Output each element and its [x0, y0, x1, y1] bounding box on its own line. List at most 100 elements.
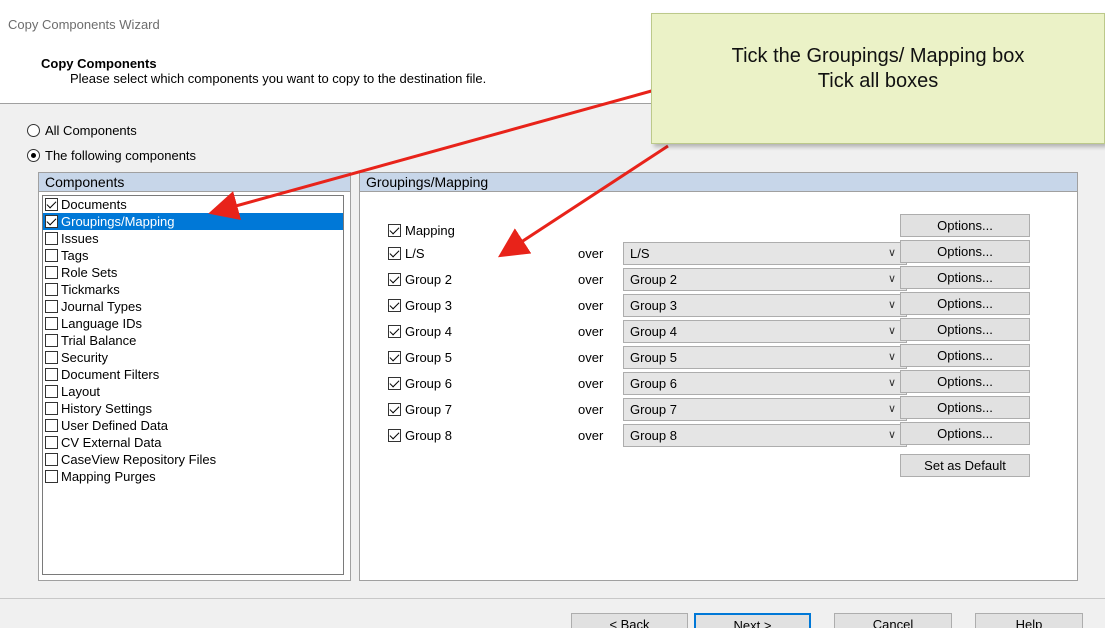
grouping-row: Group 6 over Group 6 ∨	[388, 372, 908, 395]
over-label: over	[578, 246, 604, 261]
chevron-down-icon[interactable]: ∨	[888, 269, 896, 290]
grouping-options-button[interactable]: Options...	[900, 318, 1030, 341]
components-list[interactable]: Documents Groupings/Mapping Issues Tags Role…	[42, 195, 344, 575]
component-item[interactable]: Mapping Purges	[43, 468, 343, 485]
radio-selected-icon[interactable]	[27, 149, 40, 162]
component-item[interactable]: Tags	[43, 247, 343, 264]
component-checkbox[interactable]	[45, 266, 58, 279]
grouping-checkbox[interactable]	[388, 376, 401, 390]
component-item[interactable]: Role Sets	[43, 264, 343, 281]
component-checkbox[interactable]	[45, 334, 58, 347]
component-item[interactable]: Layout	[43, 383, 343, 400]
mapping-options-button[interactable]: Options...	[900, 214, 1030, 237]
over-group-select[interactable]: Group 7 ∨	[623, 398, 907, 421]
grouping-checkbox[interactable]	[388, 272, 401, 286]
grouping-options-button[interactable]: Options...	[900, 344, 1030, 367]
component-item[interactable]: CV External Data	[43, 434, 343, 451]
component-label: Role Sets	[61, 265, 118, 280]
over-group-select[interactable]: Group 3 ∨	[623, 294, 907, 317]
components-panel: Components Documents Groupings/Mapping Iss…	[38, 172, 351, 581]
grouping-options-button[interactable]: Options...	[900, 240, 1030, 263]
grouping-options-button[interactable]: Options...	[900, 396, 1030, 419]
component-item[interactable]: Groupings/Mapping	[43, 213, 343, 230]
radio-circle-icon[interactable]	[27, 124, 40, 137]
over-label: over	[578, 324, 604, 339]
component-checkbox[interactable]	[45, 249, 58, 262]
chevron-down-icon[interactable]: ∨	[888, 295, 896, 316]
component-item[interactable]: Security	[43, 349, 343, 366]
grouping-checkbox[interactable]	[388, 246, 401, 260]
page-heading: Copy Components	[41, 56, 157, 71]
component-checkbox[interactable]	[45, 368, 58, 381]
component-item[interactable]: Issues	[43, 230, 343, 247]
page-subheading: Please select which components you want …	[70, 71, 487, 86]
mapping-checkbox[interactable]	[388, 223, 401, 237]
grouping-label: Group 8	[405, 427, 452, 443]
following-components-radio[interactable]: The following components	[27, 148, 196, 163]
component-label: Tags	[61, 248, 89, 263]
over-group-select[interactable]: Group 8 ∨	[623, 424, 907, 447]
component-checkbox[interactable]	[45, 419, 58, 432]
chevron-down-icon[interactable]: ∨	[888, 373, 896, 394]
chevron-down-icon[interactable]: ∨	[888, 425, 896, 446]
component-checkbox[interactable]	[45, 232, 58, 245]
component-checkbox[interactable]	[45, 198, 58, 211]
mapping-checkbox-row[interactable]: Mapping	[388, 219, 455, 241]
grouping-checkbox[interactable]	[388, 298, 401, 312]
components-panel-title: Components	[39, 173, 350, 192]
grouping-options-button[interactable]: Options...	[900, 292, 1030, 315]
component-item[interactable]: Language IDs	[43, 315, 343, 332]
help-button[interactable]: Help	[975, 613, 1083, 628]
component-checkbox[interactable]	[45, 283, 58, 296]
grouping-checkbox[interactable]	[388, 350, 401, 364]
all-components-radio[interactable]: All Components	[27, 123, 137, 138]
set-as-default-button[interactable]: Set as Default	[900, 454, 1030, 477]
over-group-select[interactable]: Group 6 ∨	[623, 372, 907, 395]
component-checkbox[interactable]	[45, 317, 58, 330]
component-checkbox[interactable]	[45, 385, 58, 398]
chevron-down-icon[interactable]: ∨	[888, 243, 896, 264]
grouping-checkbox[interactable]	[388, 402, 401, 416]
grouping-options-button[interactable]: Options...	[900, 266, 1030, 289]
component-item[interactable]: History Settings	[43, 400, 343, 417]
component-item[interactable]: Trial Balance	[43, 332, 343, 349]
component-item[interactable]: User Defined Data	[43, 417, 343, 434]
grouping-checkbox[interactable]	[388, 428, 401, 442]
grouping-options-button[interactable]: Options...	[900, 422, 1030, 445]
over-group-select[interactable]: Group 4 ∨	[623, 320, 907, 343]
component-checkbox[interactable]	[45, 351, 58, 364]
callout-line-2: Tick all boxes	[817, 70, 939, 92]
following-components-label: The following components	[45, 148, 197, 163]
component-item[interactable]: Journal Types	[43, 298, 343, 315]
component-checkbox[interactable]	[45, 470, 58, 483]
component-checkbox[interactable]	[45, 453, 58, 466]
grouping-label: Group 5	[405, 349, 452, 365]
over-group-select[interactable]: Group 2 ∨	[623, 268, 907, 291]
component-item[interactable]: Document Filters	[43, 366, 343, 383]
component-checkbox[interactable]	[45, 215, 58, 228]
next-button[interactable]: Next >	[694, 613, 811, 628]
component-checkbox[interactable]	[45, 402, 58, 415]
grouping-label: Group 2	[405, 271, 452, 287]
over-group-value: Group 2	[630, 272, 677, 287]
component-checkbox[interactable]	[45, 436, 58, 449]
component-item[interactable]: CaseView Repository Files	[43, 451, 343, 468]
chevron-down-icon[interactable]: ∨	[888, 321, 896, 342]
back-button[interactable]: < Back	[571, 613, 688, 628]
grouping-checkbox[interactable]	[388, 324, 401, 338]
grouping-row: Group 7 over Group 7 ∨	[388, 398, 908, 421]
component-item[interactable]: Documents	[43, 196, 343, 213]
cancel-button[interactable]: Cancel	[834, 613, 952, 628]
component-label: Trial Balance	[61, 333, 137, 348]
component-label: CaseView Repository Files	[61, 452, 217, 467]
component-checkbox[interactable]	[45, 300, 58, 313]
grouping-options-button[interactable]: Options...	[900, 370, 1030, 393]
chevron-down-icon[interactable]: ∨	[888, 347, 896, 368]
mapping-checkbox-label: Mapping	[405, 222, 455, 238]
over-group-select[interactable]: Group 5 ∨	[623, 346, 907, 369]
over-group-select[interactable]: L/S ∨	[623, 242, 907, 265]
chevron-down-icon[interactable]: ∨	[888, 399, 896, 420]
component-label: Mapping Purges	[61, 469, 156, 484]
callout-text: Tick the Groupings/ Mapping box Tick all…	[652, 44, 1104, 94]
component-item[interactable]: Tickmarks	[43, 281, 343, 298]
